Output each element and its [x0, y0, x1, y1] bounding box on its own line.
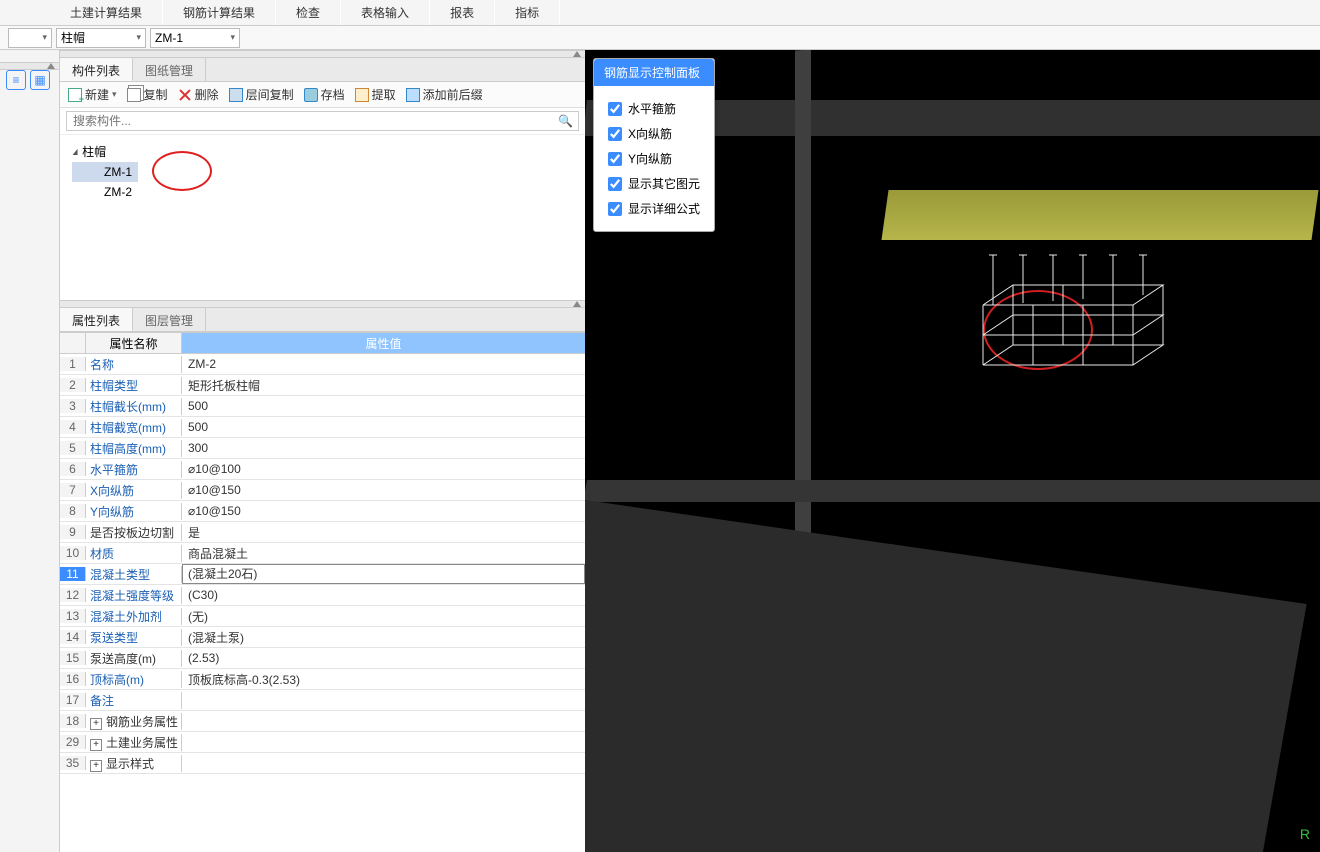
component-panel-grip[interactable]: [60, 50, 585, 58]
property-row[interactable]: 4柱帽截宽(mm)500: [60, 417, 585, 438]
layer-icon: [229, 88, 243, 102]
component-tree: 柱帽 ZM-1 ZM-2: [60, 135, 585, 300]
3d-viewport[interactable]: 钢筋显示控制面板 水平箍筋 X向纵筋 Y向纵筋 显示其它图元 显示详细公式 R: [585, 50, 1320, 852]
tab-layer-mgmt[interactable]: 图层管理: [133, 308, 206, 331]
rebar-cage: [983, 275, 1163, 375]
chk-y-rebar[interactable]: Y向纵筋: [608, 146, 700, 171]
property-row[interactable]: 12混凝土强度等级(C30): [60, 585, 585, 606]
property-panel-grip[interactable]: [60, 300, 585, 308]
tab-rebar-result[interactable]: 钢筋计算结果: [163, 0, 276, 25]
property-row[interactable]: 9是否按板边切割是: [60, 522, 585, 543]
combo-component-name[interactable]: ZM-1: [150, 28, 240, 48]
model-column: [795, 50, 811, 611]
copy-button[interactable]: 复制: [127, 86, 168, 103]
corner-label: R: [1300, 826, 1310, 842]
extract-button[interactable]: 提取: [355, 86, 396, 103]
prefix-suffix-button[interactable]: 添加前后缀: [406, 86, 483, 103]
property-row[interactable]: 29+土建业务属性: [60, 732, 585, 753]
model-wall-h: [585, 480, 1320, 502]
nav-collapse[interactable]: [0, 62, 59, 70]
prefix-icon: [406, 88, 420, 102]
tab-civil-result[interactable]: 土建计算结果: [50, 0, 163, 25]
new-icon: [68, 88, 82, 102]
property-row[interactable]: 1名称ZM-2: [60, 354, 585, 375]
tab-drawing-mgmt[interactable]: 图纸管理: [133, 58, 206, 81]
chk-horizontal-stirrup[interactable]: 水平箍筋: [608, 96, 700, 121]
tab-component-list[interactable]: 构件列表: [60, 58, 133, 81]
archive-icon: [304, 88, 318, 102]
model-slab: [881, 190, 1318, 240]
property-row[interactable]: 6水平箍筋⌀10@100: [60, 459, 585, 480]
combo-blank[interactable]: [8, 28, 52, 48]
search-input[interactable]: [66, 111, 579, 131]
tree-item-zm1[interactable]: ZM-1: [72, 162, 138, 182]
property-row[interactable]: 13混凝土外加剂(无): [60, 606, 585, 627]
property-row[interactable]: 10材质商品混凝土: [60, 543, 585, 564]
tab-index[interactable]: 指标: [495, 0, 560, 25]
layer-copy-button[interactable]: 层间复制: [229, 86, 294, 103]
tree-parent[interactable]: 柱帽: [72, 141, 573, 162]
property-panel-tabs: 属性列表 图层管理: [60, 308, 585, 332]
chk-detail-formula[interactable]: 显示详细公式: [608, 196, 700, 221]
search-icon[interactable]: 🔍: [558, 114, 573, 128]
tab-property-list[interactable]: 属性列表: [60, 308, 133, 331]
component-panel-tabs: 构件列表 图纸管理: [60, 58, 585, 82]
property-row[interactable]: 5柱帽高度(mm)300: [60, 438, 585, 459]
header-prop-value[interactable]: 属性值: [182, 333, 585, 353]
tab-report[interactable]: 报表: [430, 0, 495, 25]
property-row[interactable]: 16顶标高(m)顶板底标高-0.3(2.53): [60, 669, 585, 690]
new-button[interactable]: 新建▾: [68, 86, 117, 103]
left-panel: 构件列表 图纸管理 新建▾ 复制 删除 层间复制 存档 提取 添加前后缀 🔍 柱…: [60, 50, 585, 852]
selector-toolbar: 柱帽 ZM-1: [0, 26, 1320, 50]
property-row[interactable]: 18+钢筋业务属性: [60, 711, 585, 732]
component-toolbar: 新建▾ 复制 删除 层间复制 存档 提取 添加前后缀: [60, 82, 585, 108]
tab-check[interactable]: 检查: [276, 0, 341, 25]
extract-icon: [355, 88, 369, 102]
property-row[interactable]: 35+显示样式: [60, 753, 585, 774]
property-row[interactable]: 8Y向纵筋⌀10@150: [60, 501, 585, 522]
rebar-display-panel: 钢筋显示控制面板 水平箍筋 X向纵筋 Y向纵筋 显示其它图元 显示详细公式: [593, 58, 715, 232]
property-row[interactable]: 14泵送类型(混凝土泵): [60, 627, 585, 648]
archive-button[interactable]: 存档: [304, 86, 345, 103]
property-row[interactable]: 3柱帽截长(mm)500: [60, 396, 585, 417]
delete-icon: [178, 88, 192, 102]
navigator-strip: ≡ ▦: [0, 50, 60, 852]
tab-table-input[interactable]: 表格输入: [341, 0, 430, 25]
property-row[interactable]: 2柱帽类型矩形托板柱帽: [60, 375, 585, 396]
property-row[interactable]: 15泵送高度(m)(2.53): [60, 648, 585, 669]
combo-component-type[interactable]: 柱帽: [56, 28, 146, 48]
property-header: 属性名称 属性值: [60, 332, 585, 354]
copy-icon: [127, 88, 141, 102]
tree-item-zm2[interactable]: ZM-2: [72, 182, 573, 202]
property-row[interactable]: 17备注: [60, 690, 585, 711]
ribbon-tabs: 土建计算结果 钢筋计算结果 检查 表格输入 报表 指标: [0, 0, 1320, 26]
list-view-icon[interactable]: ≡: [6, 70, 26, 90]
grid-view-icon[interactable]: ▦: [30, 70, 50, 90]
chk-other-elements[interactable]: 显示其它图元: [608, 171, 700, 196]
delete-button[interactable]: 删除: [178, 86, 219, 103]
chk-x-rebar[interactable]: X向纵筋: [608, 121, 700, 146]
header-prop-name: 属性名称: [86, 333, 182, 353]
rebar-panel-title[interactable]: 钢筋显示控制面板: [594, 59, 714, 86]
property-row[interactable]: 7X向纵筋⌀10@150: [60, 480, 585, 501]
property-row[interactable]: 11混凝土类型(混凝土20石): [60, 564, 585, 585]
model-floor: [585, 500, 1307, 852]
property-grid[interactable]: 1名称ZM-22柱帽类型矩形托板柱帽3柱帽截长(mm)5004柱帽截宽(mm)5…: [60, 354, 585, 852]
